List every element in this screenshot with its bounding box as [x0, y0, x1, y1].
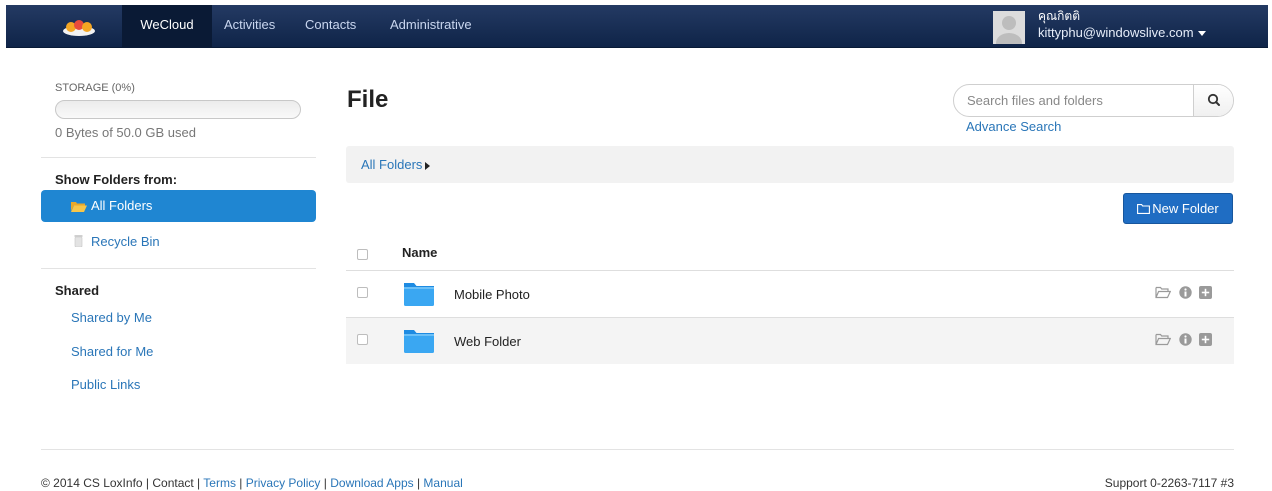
open-folder-icon[interactable] [1155, 333, 1171, 346]
add-square-icon[interactable] [1199, 333, 1212, 346]
user-avatar[interactable] [993, 11, 1025, 44]
sidebar-divider [41, 157, 316, 158]
table-row[interactable]: Mobile Photo [346, 271, 1234, 317]
column-header-name[interactable]: Name [402, 245, 437, 260]
sidebar-item-recycle-bin[interactable]: Recycle Bin [91, 234, 160, 249]
add-square-icon[interactable] [1199, 286, 1212, 299]
search-button[interactable] [1193, 85, 1233, 116]
user-name: คุณกิตติ [1038, 9, 1081, 23]
page-title: File [347, 86, 389, 113]
folder-icon [404, 330, 434, 353]
nav-activities[interactable]: Activities [224, 5, 275, 48]
new-folder-button[interactable]: New Folder [1123, 193, 1233, 224]
breadcrumb: All Folders [346, 146, 1234, 183]
sidebar-item-public-links[interactable]: Public Links [71, 377, 140, 392]
nav-wecloud[interactable]: WeCloud [122, 5, 212, 48]
footer-divider [41, 449, 1234, 450]
row-actions [1155, 333, 1225, 347]
advance-search-link[interactable]: Advance Search [966, 119, 1061, 134]
folder-outline-icon [1137, 204, 1151, 214]
folder-open-icon [71, 202, 87, 212]
nav-administrative[interactable]: Administrative [390, 5, 472, 48]
breadcrumb-all-folders[interactable]: All Folders [361, 157, 431, 172]
row-checkbox[interactable] [357, 287, 368, 298]
wecloud-logo-icon[interactable] [62, 18, 96, 36]
footer-link-manual[interactable]: Manual [423, 476, 462, 490]
storage-used-text: 0 Bytes of 50.0 GB used [55, 125, 196, 140]
select-all-checkbox[interactable] [357, 249, 368, 260]
storage-progress-bar [55, 100, 301, 119]
sidebar-item-label: All Folders [91, 198, 153, 213]
open-folder-icon[interactable] [1155, 286, 1171, 299]
sidebar-divider [41, 268, 316, 269]
info-icon[interactable] [1179, 286, 1192, 299]
footer-copyright: © 2014 CS LoxInfo | Contact | [41, 476, 204, 490]
file-name[interactable]: Web Folder [454, 334, 521, 349]
nav-contacts[interactable]: Contacts [305, 5, 356, 48]
recycle-bin-icon [74, 235, 83, 247]
user-silhouette-icon [996, 16, 1022, 44]
top-navbar: WeCloud Activities Contacts Administrati… [6, 5, 1268, 48]
table-row[interactable]: Web Folder [346, 318, 1234, 364]
file-name[interactable]: Mobile Photo [454, 287, 530, 302]
breadcrumb-label: All Folders [361, 157, 423, 172]
user-menu-toggle[interactable]: kittyphu@windowslive.com [1038, 25, 1206, 40]
search-icon [1207, 93, 1220, 106]
footer-links: © 2014 CS LoxInfo | Contact | Terms | Pr… [41, 476, 463, 490]
sidebar-item-shared-for-me[interactable]: Shared for Me [71, 344, 153, 359]
row-actions [1155, 286, 1225, 300]
info-icon[interactable] [1179, 333, 1192, 346]
storage-title: STORAGE (0%) [55, 82, 135, 94]
search-box [953, 84, 1234, 117]
sidebar-item-shared-by-me[interactable]: Shared by Me [71, 310, 152, 325]
footer-link-privacy-policy[interactable]: Privacy Policy [246, 476, 321, 490]
folder-icon [404, 283, 434, 306]
footer-link-terms[interactable]: Terms [203, 476, 236, 490]
caret-right-icon [425, 161, 431, 170]
caret-down-icon [1197, 31, 1206, 37]
footer-support: Support 0-2263-7117 #3 [1104, 476, 1234, 490]
row-checkbox[interactable] [357, 334, 368, 345]
show-folders-heading: Show Folders from: [55, 172, 178, 187]
user-email: kittyphu@windowslive.com [1038, 25, 1194, 40]
search-input[interactable] [954, 85, 1194, 116]
footer-link-download-apps[interactable]: Download Apps [330, 476, 413, 490]
sidebar-item-all-folders[interactable]: All Folders [41, 190, 316, 222]
new-folder-label: New Folder [1152, 201, 1219, 216]
shared-heading: Shared [55, 283, 100, 298]
